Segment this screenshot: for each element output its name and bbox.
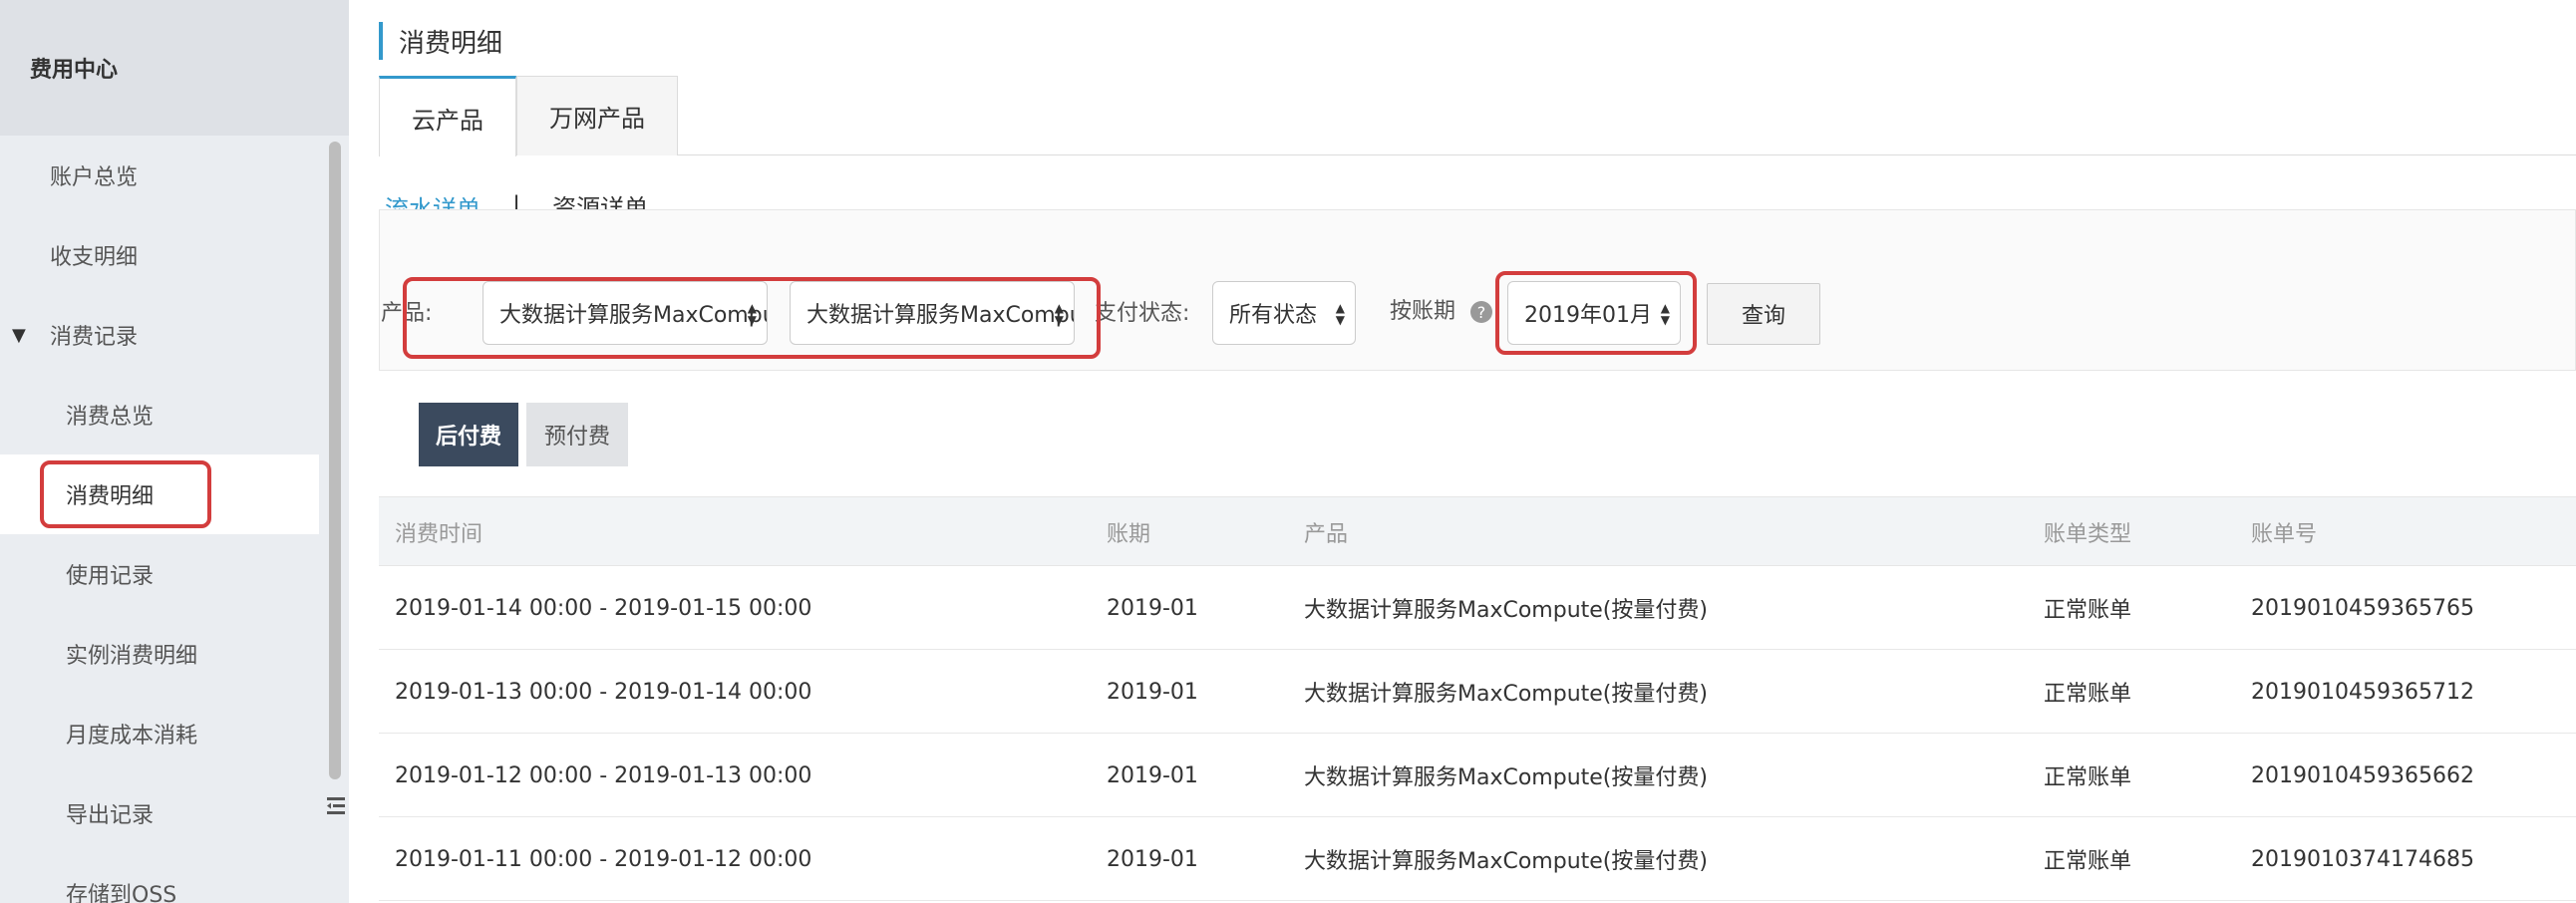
sort-arrows-icon: ▲ ▼ [1054, 301, 1064, 327]
column-header-bill-type: 账单类型 [2044, 522, 2132, 547]
product-label: 产品: [381, 301, 433, 326]
cell-bill-no: 2019010374174685 [2251, 846, 2474, 872]
sidebar-item-label: 月度成本消耗 [66, 724, 198, 749]
table-row[interactable]: 2019-01-11 00:00 - 2019-01-12 00:00 2019… [379, 817, 2576, 901]
tab-cloud-products[interactable]: 云产品 [379, 76, 516, 156]
cell-bill-type: 正常账单 [2044, 849, 2132, 874]
tab-label: 万网产品 [549, 105, 645, 133]
cell-bill-no: 2019010459365765 [2251, 595, 2474, 621]
sidebar-item-label: 消费总览 [66, 405, 155, 430]
sidebar-item-usage-records[interactable]: 使用记录 [0, 534, 319, 614]
column-header-period: 账期 [1107, 522, 1151, 547]
caret-down-icon: ▼ [12, 324, 26, 346]
query-button[interactable]: 查询 [1707, 283, 1820, 345]
billing-period-select[interactable]: 2019年01月 ▲ ▼ [1507, 281, 1681, 345]
table-row[interactable]: 2019-01-13 00:00 - 2019-01-14 00:00 2019… [379, 650, 2576, 734]
period-label-group: 按账期 ? [1390, 293, 1493, 325]
question-circle-icon[interactable]: ? [1470, 301, 1493, 323]
sidebar-item-monthly-cost[interactable]: 月度成本消耗 [0, 694, 319, 773]
period-label: 按账期 [1390, 299, 1456, 324]
prepaid-button[interactable]: 预付费 [526, 403, 628, 466]
cell-period: 2019-01 [1107, 595, 1198, 621]
pay-status-select[interactable]: 所有状态 ▲ ▼ [1212, 281, 1356, 345]
cell-period: 2019-01 [1107, 846, 1198, 872]
sidebar-item-income-expense[interactable]: 收支明细 [0, 215, 319, 295]
cell-product: 大数据计算服务MaxCompute(按量付费) [1304, 849, 1708, 874]
sidebar-item-label: 存储到OSS [66, 883, 177, 903]
cell-period: 2019-01 [1107, 679, 1198, 705]
cell-time: 2019-01-13 00:00 - 2019-01-14 00:00 [395, 679, 812, 705]
cell-bill-type: 正常账单 [2044, 765, 2132, 790]
sidebar-item-store-oss[interactable]: 存储到OSS [0, 853, 319, 903]
sidebar-item-instance-consumption[interactable]: 实例消费明细 [0, 614, 319, 694]
table-header: 消费时间 账期 产品 账单类型 账单号 [379, 496, 2576, 566]
product-select-secondary[interactable]: 大数据计算服务MaxCompute ▲▼ [790, 281, 1075, 345]
sidebar-item-consumption-overview[interactable]: 消费总览 [0, 375, 319, 454]
select-value: 大数据计算服务MaxCompute [806, 303, 1074, 328]
cell-product: 大数据计算服务MaxCompute(按量付费) [1304, 765, 1708, 790]
pay-status-label: 支付状态: [1095, 301, 1190, 326]
column-header-time: 消费时间 [395, 522, 483, 547]
collapse-sidebar-icon[interactable] [325, 793, 349, 821]
cell-time: 2019-01-11 00:00 - 2019-01-12 00:00 [395, 846, 812, 872]
sort-arrows-icon: ▲ ▼ [1335, 301, 1345, 327]
cell-product: 大数据计算服务MaxCompute(按量付费) [1304, 598, 1708, 623]
sidebar-scrollbar[interactable] [329, 142, 341, 779]
sidebar: 费用中心 账户总览 收支明细 ▼ 消费记录 消费总览 消费明细 使用记录 实例消… [0, 0, 349, 903]
table-row[interactable]: 2019-01-12 00:00 - 2019-01-13 00:00 2019… [379, 734, 2576, 817]
sidebar-item-label: 使用记录 [66, 564, 155, 589]
select-value: 2019年01月 [1524, 303, 1652, 328]
sidebar-item-label: 收支明细 [50, 245, 139, 270]
cell-bill-no: 2019010459365662 [2251, 762, 2474, 788]
tab-wanwang-products[interactable]: 万网产品 [516, 76, 678, 155]
sidebar-item-label: 实例消费明细 [66, 644, 198, 669]
select-value: 所有状态 [1229, 303, 1318, 328]
sidebar-item-label: 消费明细 [66, 484, 155, 509]
cell-product: 大数据计算服务MaxCompute(按量付费) [1304, 682, 1708, 707]
sidebar-item-label: 账户总览 [50, 165, 139, 190]
sort-arrows-icon: ▲ ▼ [747, 301, 757, 327]
sidebar-title: 费用中心 [0, 0, 349, 136]
cell-bill-type: 正常账单 [2044, 682, 2132, 707]
cell-bill-no: 2019010459365712 [2251, 679, 2474, 705]
sort-arrows-icon: ▲ ▼ [1660, 301, 1670, 327]
column-header-bill-no: 账单号 [2251, 522, 2318, 547]
sidebar-item-consumption-detail[interactable]: 消费明细 [0, 454, 319, 534]
sidebar-item-export-records[interactable]: 导出记录 [0, 773, 319, 853]
cell-period: 2019-01 [1107, 762, 1198, 788]
sidebar-item-label: 消费记录 [50, 325, 139, 350]
consumption-table: 消费时间 账期 产品 账单类型 账单号 2019-01-14 00:00 - 2… [379, 496, 2576, 901]
cell-bill-type: 正常账单 [2044, 598, 2132, 623]
postpaid-button[interactable]: 后付费 [419, 403, 518, 466]
column-header-product: 产品 [1304, 522, 1349, 547]
select-value: 大数据计算服务MaxCompute [499, 303, 767, 328]
sidebar-item-account-overview[interactable]: 账户总览 [0, 136, 319, 215]
sidebar-item-consumption-records[interactable]: ▼ 消费记录 [0, 295, 319, 375]
table-row[interactable]: 2019-01-14 00:00 - 2019-01-15 00:00 2019… [379, 566, 2576, 650]
product-select-primary[interactable]: 大数据计算服务MaxCompute ▲▼ [483, 281, 768, 345]
cell-time: 2019-01-12 00:00 - 2019-01-13 00:00 [395, 762, 812, 788]
main-content: 消费明细 云产品 万网产品 流水详单 | 资源详单 产品: 大数据计算服务Max… [349, 0, 2576, 903]
cell-time: 2019-01-14 00:00 - 2019-01-15 00:00 [395, 595, 812, 621]
sidebar-item-label: 导出记录 [66, 803, 155, 828]
product-tabs: 云产品 万网产品 [379, 76, 2576, 156]
page-title: 消费明细 [379, 22, 502, 60]
tab-label: 云产品 [412, 106, 483, 135]
